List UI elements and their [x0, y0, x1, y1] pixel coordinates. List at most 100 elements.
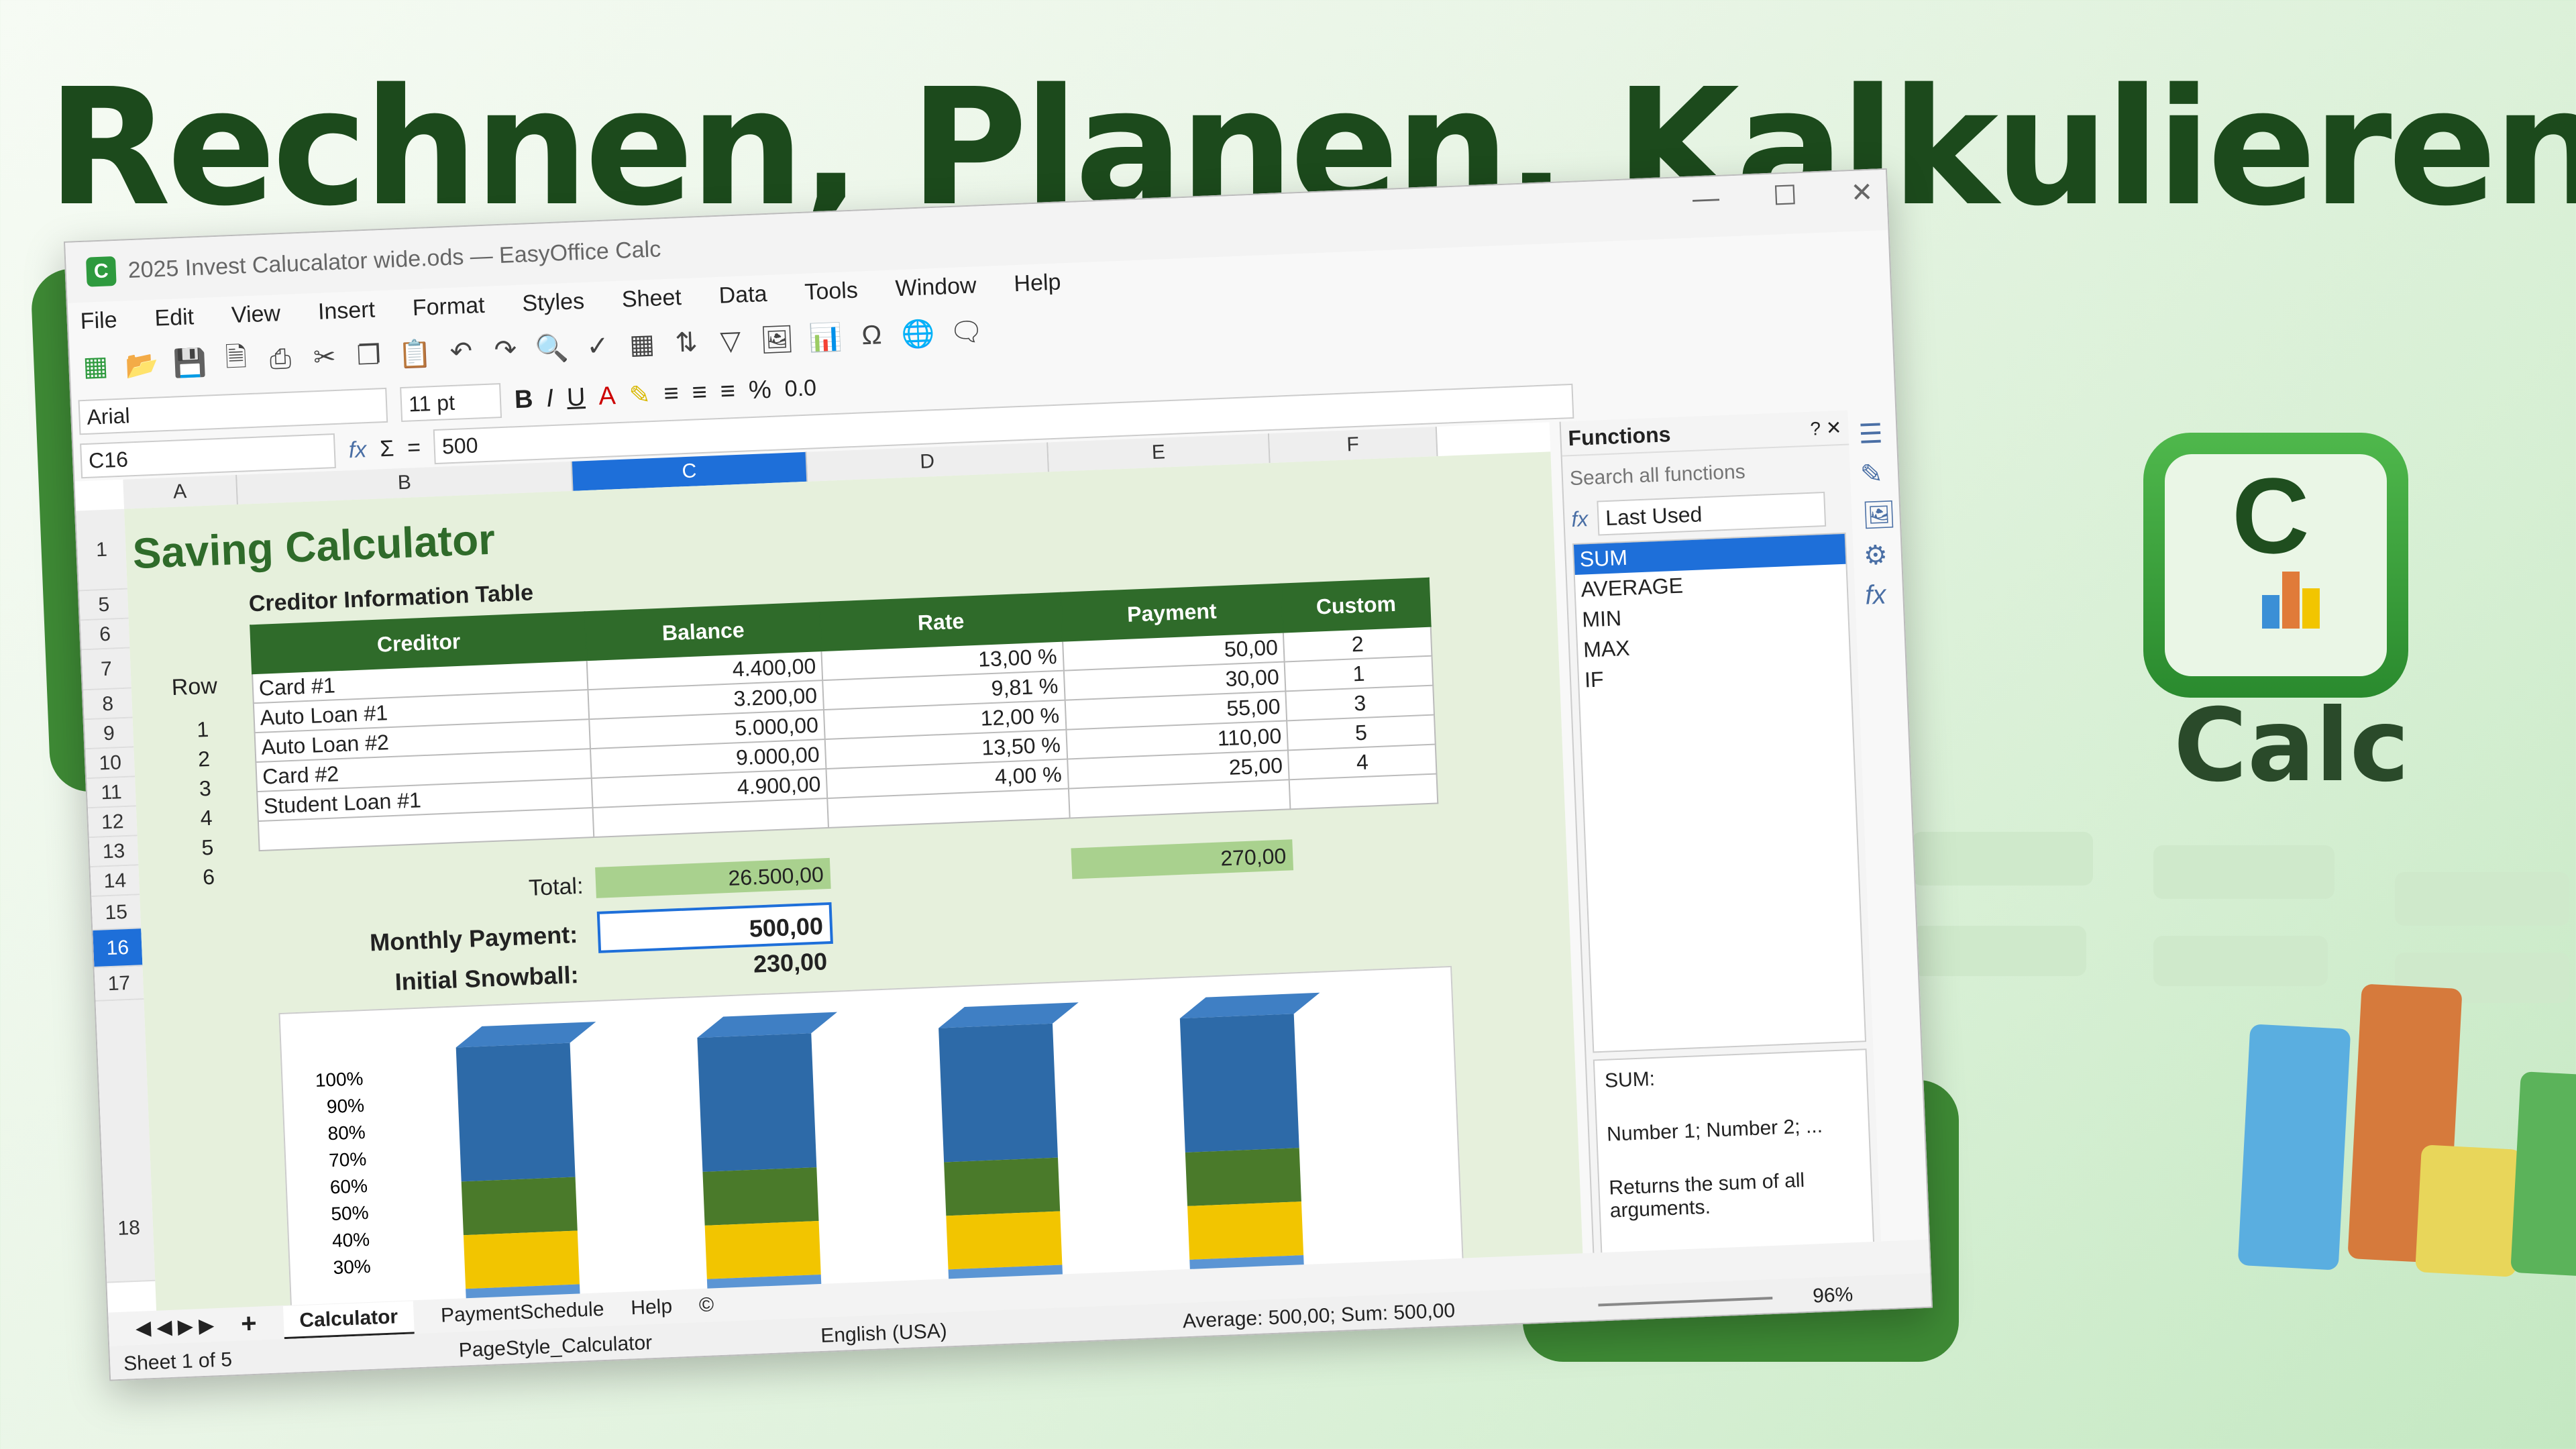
special-char-icon[interactable]: Ω: [857, 319, 888, 351]
redo-icon[interactable]: ↷: [490, 334, 521, 366]
row-number: 4: [199, 805, 213, 830]
open-icon[interactable]: 📂: [125, 348, 160, 381]
function-wizard-icon[interactable]: fx: [348, 437, 367, 464]
currency-icon[interactable]: 0.0: [784, 375, 817, 402]
row-header[interactable]: 17: [94, 966, 144, 1002]
row-header[interactable]: 6: [80, 619, 130, 651]
monthly-payment-cell[interactable]: 500,00: [596, 902, 833, 953]
sort-icon[interactable]: ⇅: [671, 327, 702, 359]
monthly-payment-label: Monthly Payment:: [369, 920, 578, 957]
new-icon[interactable]: ▦: [80, 350, 111, 382]
row-header[interactable]: 14: [90, 865, 140, 898]
font-color-icon[interactable]: A: [598, 382, 616, 411]
menu-tools[interactable]: Tools: [804, 277, 859, 305]
underline-icon[interactable]: U: [566, 383, 586, 413]
total-balance[interactable]: 26.500,00: [595, 857, 831, 898]
menu-insert[interactable]: Insert: [317, 297, 376, 325]
row-header[interactable]: 12: [87, 806, 138, 839]
maximize-icon[interactable]: ☐: [1772, 180, 1798, 211]
add-sheet-icon[interactable]: +: [240, 1308, 257, 1339]
row-icon[interactable]: ▦: [627, 329, 657, 361]
category-select[interactable]: Last Used: [1597, 491, 1827, 536]
align-center-icon[interactable]: ≡: [692, 378, 708, 407]
row-header[interactable]: 13: [89, 836, 139, 868]
logo-bar-yellow: [2302, 588, 2320, 629]
tab-paymentschedule[interactable]: PaymentSchedule: [440, 1298, 604, 1328]
menu-data[interactable]: Data: [718, 281, 767, 309]
sum-icon[interactable]: Σ: [379, 435, 394, 462]
copy-icon[interactable]: ❐: [354, 339, 384, 372]
row-header[interactable]: 15: [91, 895, 142, 931]
filter-icon[interactable]: ▽: [715, 325, 746, 357]
tab-calculator[interactable]: Calculator: [282, 1300, 415, 1339]
zoom-slider[interactable]: [1598, 1297, 1773, 1307]
cut-icon[interactable]: ✂: [309, 341, 340, 374]
percent-icon[interactable]: %: [748, 375, 771, 405]
spellcheck-icon[interactable]: ✓: [582, 330, 613, 362]
row-header[interactable]: 16: [93, 928, 143, 969]
name-box[interactable]: C16: [80, 433, 336, 479]
row-header[interactable]: 7: [81, 648, 131, 691]
export-pdf-icon[interactable]: 🗎: [221, 337, 252, 384]
function-search-input[interactable]: [1569, 452, 1839, 496]
minimize-icon[interactable]: —: [1692, 183, 1720, 215]
font-name-box[interactable]: Arial: [78, 387, 388, 435]
highlight-icon[interactable]: ✎: [629, 380, 651, 411]
paste-icon[interactable]: 📋: [398, 337, 433, 370]
row-header[interactable]: 10: [85, 747, 136, 780]
row-header[interactable]: 9: [84, 718, 134, 750]
properties-icon[interactable]: ☰: [1858, 417, 1900, 449]
menu-file[interactable]: File: [80, 307, 117, 334]
comment-icon[interactable]: 🗨: [949, 315, 984, 348]
tab-copyright[interactable]: ©: [698, 1293, 714, 1317]
menu-styles[interactable]: Styles: [522, 288, 585, 317]
fx-icon: fx: [1570, 506, 1589, 531]
header-custom: Custom: [1281, 578, 1431, 633]
italic-icon[interactable]: I: [546, 384, 554, 413]
row-header[interactable]: 5: [78, 589, 129, 621]
row-header[interactable]: 1: [76, 508, 127, 592]
link-icon[interactable]: 🌐: [900, 317, 936, 350]
print-icon[interactable]: ⎙: [265, 343, 296, 375]
row-header[interactable]: 11: [87, 777, 136, 809]
align-right-icon[interactable]: ≡: [720, 377, 736, 407]
gallery-icon[interactable]: 🖼: [1862, 498, 1903, 531]
menu-sheet[interactable]: Sheet: [621, 284, 682, 313]
functions-deck-icon[interactable]: fx: [1864, 579, 1906, 610]
selection-summary: Average: 500,00; Sum: 500,00: [1182, 1299, 1456, 1333]
menu-view[interactable]: View: [231, 301, 281, 329]
align-left-icon[interactable]: ≡: [663, 379, 680, 409]
font-size-box[interactable]: 11 pt: [400, 383, 502, 423]
chart-icon[interactable]: 📊: [808, 321, 843, 354]
y-tick-label: 90%: [326, 1095, 364, 1117]
desc-name: SUM:: [1604, 1067, 1656, 1092]
logo-wordmark: Calc: [2174, 688, 2410, 804]
menu-edit[interactable]: Edit: [154, 304, 195, 331]
menu-window[interactable]: Window: [895, 272, 977, 302]
menu-format[interactable]: Format: [412, 292, 485, 321]
column-header-a[interactable]: A: [123, 474, 238, 509]
find-icon[interactable]: 🔍: [534, 331, 570, 364]
navigator-icon[interactable]: ⚙: [1863, 539, 1904, 571]
cell-custom[interactable]: [1289, 773, 1438, 810]
total-payment[interactable]: 270,00: [1071, 839, 1294, 879]
chart-bar-segment: [1185, 1148, 1301, 1206]
zoom-level[interactable]: 96%: [1813, 1283, 1854, 1307]
image-icon[interactable]: 🖼: [759, 323, 795, 356]
close-panel-icon[interactable]: ? ✕: [1810, 416, 1842, 439]
y-tick-label: 30%: [333, 1256, 371, 1278]
close-icon[interactable]: ✕: [1850, 177, 1874, 209]
row-header[interactable]: 8: [83, 688, 133, 720]
equals-icon[interactable]: =: [407, 434, 421, 461]
styles-icon[interactable]: ✎: [1860, 458, 1901, 490]
save-icon[interactable]: 💾: [172, 346, 207, 379]
undo-icon[interactable]: ↶: [446, 335, 477, 368]
chart-bar-segment: [697, 1033, 817, 1172]
header-payment: Payment: [1060, 584, 1283, 641]
bold-icon[interactable]: B: [514, 385, 533, 415]
tab-help[interactable]: Help: [631, 1295, 673, 1320]
tab-nav-icon[interactable]: ◀ ◀ ▶ ▶: [135, 1313, 215, 1340]
menu-help[interactable]: Help: [1014, 269, 1061, 297]
deco-bar: [2153, 845, 2334, 899]
sidebar-deck: ☰ ✎ 🖼 ⚙ fx: [1858, 408, 1909, 678]
